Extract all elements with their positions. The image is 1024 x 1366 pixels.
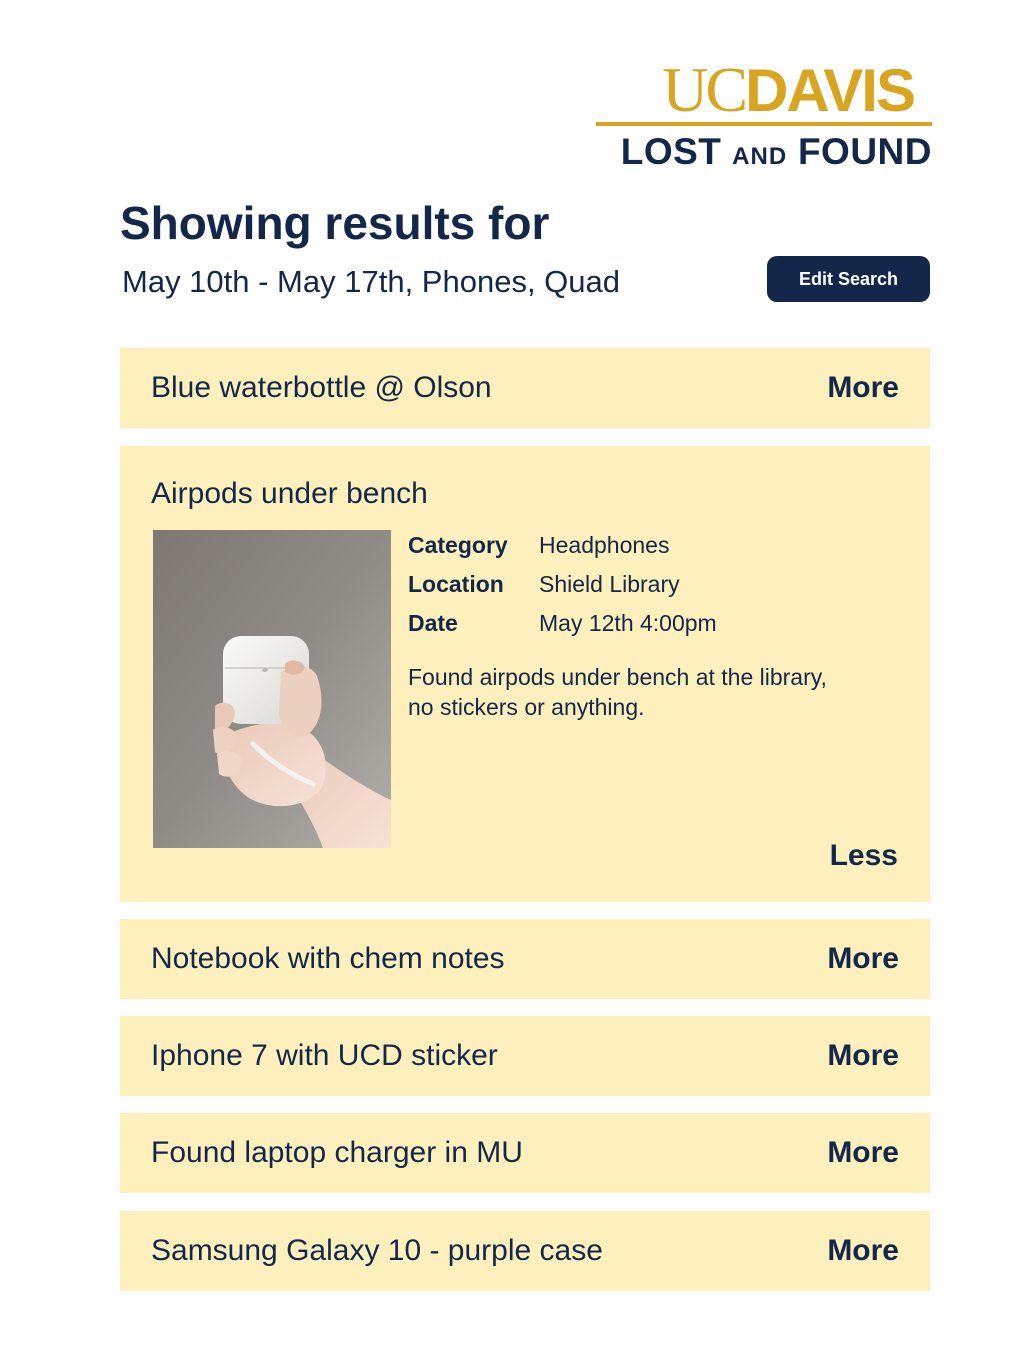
page-title: Showing results for: [120, 197, 550, 249]
detail-key: Date: [408, 610, 458, 636]
more-button[interactable]: More: [827, 1113, 899, 1193]
logo-and: AND: [732, 143, 788, 170]
result-card[interactable]: Found laptop charger in MU More: [120, 1113, 930, 1193]
edit-search-button[interactable]: Edit Search: [767, 256, 930, 302]
logo-uc: UC: [662, 54, 748, 125]
result-title: Notebook with chem notes: [151, 942, 505, 975]
detail-key: Location: [408, 571, 504, 597]
less-button[interactable]: Less: [830, 836, 898, 876]
detail-value: Shield Library: [539, 571, 680, 597]
result-title: Blue waterbottle @ Olson: [151, 371, 492, 404]
logo-found: FOUND: [797, 131, 932, 172]
detail-row-date: Date May 12th 4:00pm: [408, 604, 717, 643]
more-button[interactable]: More: [827, 1016, 899, 1096]
detail-row-location: Location Shield Library: [408, 565, 717, 604]
lost-and-found-wordmark: LOST AND FOUND: [596, 131, 932, 178]
result-card[interactable]: Blue waterbottle @ Olson More: [120, 348, 930, 428]
detail-row-category: Category Headphones: [408, 526, 717, 565]
more-button[interactable]: More: [827, 919, 899, 999]
result-title: Iphone 7 with UCD sticker: [151, 1039, 498, 1072]
item-photo: [153, 530, 391, 848]
uc-davis-wordmark: UC DAVIS: [596, 54, 932, 125]
result-title: Samsung Galaxy 10 - purple case: [151, 1234, 603, 1267]
item-details: Category Headphones Location Shield Libr…: [408, 526, 717, 643]
item-description: Found airpods under bench at the library…: [408, 664, 827, 720]
result-card[interactable]: Samsung Galaxy 10 - purple case More: [120, 1211, 930, 1291]
detail-value: May 12th 4:00pm: [539, 610, 717, 636]
result-card-expanded: Airpods under bench Category Headphones …: [120, 446, 930, 902]
search-criteria: May 10th - May 17th, Phones, Quad: [122, 264, 620, 299]
uc-davis-lost-and-found-logo: UC DAVIS LOST AND FOUND: [596, 54, 932, 178]
result-card[interactable]: Iphone 7 with UCD sticker More: [120, 1016, 930, 1096]
result-card[interactable]: Notebook with chem notes More: [120, 919, 930, 999]
result-title: Airpods under bench: [151, 477, 428, 510]
detail-key: Category: [408, 532, 508, 558]
logo-lost: LOST: [620, 131, 722, 172]
detail-value: Headphones: [539, 532, 670, 558]
more-button[interactable]: More: [827, 348, 899, 428]
result-title: Found laptop charger in MU: [151, 1136, 523, 1169]
logo-davis: DAVIS: [745, 57, 916, 124]
more-button[interactable]: More: [827, 1211, 899, 1291]
